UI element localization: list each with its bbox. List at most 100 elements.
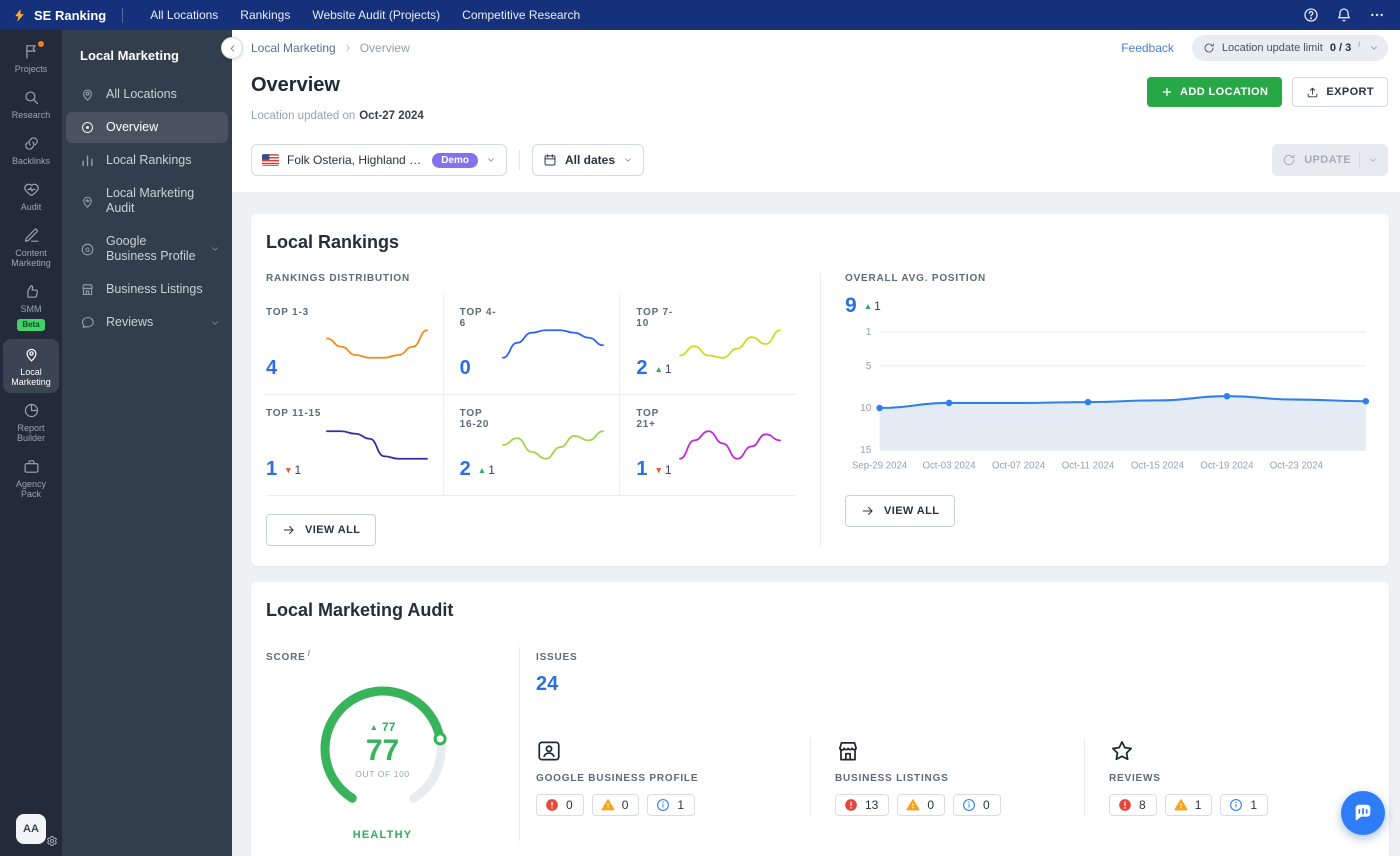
bucket-delta: ▼ 1 <box>654 462 672 477</box>
refresh-icon <box>1284 154 1295 166</box>
breadcrumb-current: Overview <box>359 41 410 55</box>
svg-text:Oct-15 2024: Oct-15 2024 <box>1131 460 1185 471</box>
update-button[interactable]: UPDATE <box>1272 144 1388 176</box>
sparkline-chart <box>679 429 781 460</box>
topnav-competitive-research[interactable]: Competitive Research <box>451 0 591 30</box>
breadcrumb-parent[interactable]: Local Marketing <box>251 41 336 55</box>
chevron-left-icon <box>230 44 234 52</box>
error-icon <box>1119 799 1131 811</box>
chat-widget-button[interactable] <box>1341 791 1385 835</box>
contact-card-icon <box>536 738 562 764</box>
user-avatar[interactable]: AA <box>16 814 46 844</box>
help-icon[interactable] <box>1302 6 1320 24</box>
errors-pill[interactable]: 13 <box>835 794 890 816</box>
sidebar-item-label: Overview <box>106 120 159 134</box>
thumbs-up-icon <box>26 285 38 298</box>
rail-item-report-builder[interactable]: Report Builder <box>3 395 59 449</box>
sidebar-item-business-listings[interactable]: Business Listings <box>66 274 228 305</box>
limit-value: 0 / 3 <box>1329 42 1352 54</box>
warnings-count: 0 <box>927 798 935 812</box>
sparkline-chart <box>325 328 428 359</box>
settings-gear-icon[interactable] <box>46 835 58 847</box>
score-value: 77 <box>365 733 400 767</box>
rail-item-agency-pack[interactable]: Agency Pack <box>3 451 59 505</box>
arrow-right-icon <box>862 506 873 515</box>
topnav-all-locations[interactable]: All Locations <box>139 0 229 30</box>
bucket-delta: ▲ 1 <box>477 462 495 477</box>
notices-pill[interactable]: 1 <box>647 794 696 816</box>
sparkline-chart <box>502 328 605 359</box>
sidebar-item-all-locations[interactable]: All Locations <box>66 79 228 110</box>
sidebar-collapse-button[interactable] <box>221 37 243 59</box>
rankings-distribution-panel: RANKINGS DISTRIBUTION TOP 1-3 4 TOP 4-6 … <box>266 273 820 546</box>
location-update-limit[interactable]: Location update limit 0 / 3 i <box>1191 35 1388 61</box>
export-button[interactable]: EXPORT <box>1292 77 1388 107</box>
card-title: Local Marketing Audit <box>266 600 454 620</box>
svg-text:1: 1 <box>866 327 872 338</box>
pencil-icon <box>24 228 38 242</box>
info-mark: i <box>1358 39 1360 49</box>
bucket-delta: ▼ 1 <box>284 462 302 477</box>
errors-pill[interactable]: 8 <box>1109 794 1157 816</box>
sidebar-item-local-marketing-audit[interactable]: Local Marketing Audit <box>66 178 228 224</box>
rail-item-local-marketing[interactable]: Local Marketing <box>3 339 59 393</box>
warnings-pill[interactable]: 1 <box>1164 794 1213 816</box>
pin-pulse-icon <box>80 194 96 209</box>
warnings-pill[interactable]: 0 <box>591 794 640 816</box>
brand-logo[interactable]: SE Ranking <box>12 8 106 23</box>
avg-position-delta: ▲ 1 <box>863 299 881 313</box>
more-menu-icon[interactable] <box>1368 6 1386 24</box>
feedback-link[interactable]: Feedback <box>1121 41 1174 55</box>
svg-text:Oct-07 2024: Oct-07 2024 <box>992 460 1046 471</box>
notifications-bell-icon[interactable] <box>1335 6 1353 24</box>
errors-pill[interactable]: 0 <box>536 794 584 816</box>
view-all-rankings-button[interactable]: VIEW ALL <box>266 514 377 546</box>
notices-pill[interactable]: 1 <box>1220 794 1269 816</box>
issues-label: ISSUES <box>536 652 578 663</box>
top-navigation: SE Ranking All Locations Rankings Websit… <box>0 0 1400 30</box>
date-range-select[interactable]: All dates <box>532 144 645 176</box>
rail-item-backlinks[interactable]: Backlinks <box>3 128 59 172</box>
score-out-of: OUT OF 100 <box>355 768 410 779</box>
chat-bubble-icon <box>80 315 96 330</box>
bucket-value: 1 <box>266 458 278 480</box>
svg-text:Sep-29 2024: Sep-29 2024 <box>852 460 908 471</box>
rail-item-audit[interactable]: Audit <box>3 174 59 218</box>
rail-label: Report Builder <box>16 423 45 443</box>
location-select[interactable]: Folk Osteria, Highland Dr., Holl... Demo <box>251 144 507 176</box>
add-location-button[interactable]: ADD LOCATION <box>1147 77 1283 107</box>
notices-pill[interactable]: 0 <box>953 794 1001 816</box>
chevron-down-icon[interactable] <box>1368 155 1378 165</box>
sidebar-item-reviews[interactable]: Reviews <box>66 307 228 338</box>
sidebar-item-local-rankings[interactable]: Local Rankings <box>66 145 228 176</box>
warnings-pill[interactable]: 0 <box>897 794 946 816</box>
sidebar-item-overview[interactable]: Overview <box>66 112 228 143</box>
sidebar-item-label: Local Marketing Audit <box>106 186 195 215</box>
rail-item-projects[interactable]: Projects <box>3 36 59 80</box>
notice-icon <box>963 798 976 812</box>
chevron-down-icon[interactable] <box>1369 43 1379 53</box>
divider <box>1359 152 1360 168</box>
export-icon <box>1308 87 1318 97</box>
star-icon <box>1109 738 1135 764</box>
topnav-website-audit[interactable]: Website Audit (Projects) <box>301 0 451 30</box>
chevron-down-icon <box>210 318 220 328</box>
svg-text:Oct-11 2024: Oct-11 2024 <box>1062 460 1115 471</box>
rail-label: Backlinks <box>11 156 50 166</box>
topnav-rankings[interactable]: Rankings <box>229 0 301 30</box>
chevron-down-icon <box>210 244 220 254</box>
local-marketing-audit-card: Local Marketing Audit SCORE i ▲ 77 77 OUT … <box>251 582 1389 856</box>
sidebar-item-label: All Locations <box>106 87 177 101</box>
view-all-avg-button[interactable]: VIEW ALL <box>845 494 956 527</box>
notices-count: 0 <box>983 798 990 812</box>
svg-text:15: 15 <box>860 445 872 456</box>
rail-item-content-marketing[interactable]: Content Marketing <box>3 220 59 274</box>
rail-label: SMM <box>20 304 42 314</box>
sidebar-item-google-business-profile[interactable]: G Google Business Profile <box>66 226 228 272</box>
rail-item-research[interactable]: Research <box>3 82 59 126</box>
rail-item-smm[interactable]: SMM Beta <box>3 276 59 337</box>
plus-icon <box>1162 87 1172 97</box>
bucket-label: TOP 21+ <box>636 408 659 430</box>
chevron-down-icon <box>623 155 633 165</box>
filter-bar: Folk Osteria, Highland Dr., Holl... Demo… <box>251 144 1388 176</box>
